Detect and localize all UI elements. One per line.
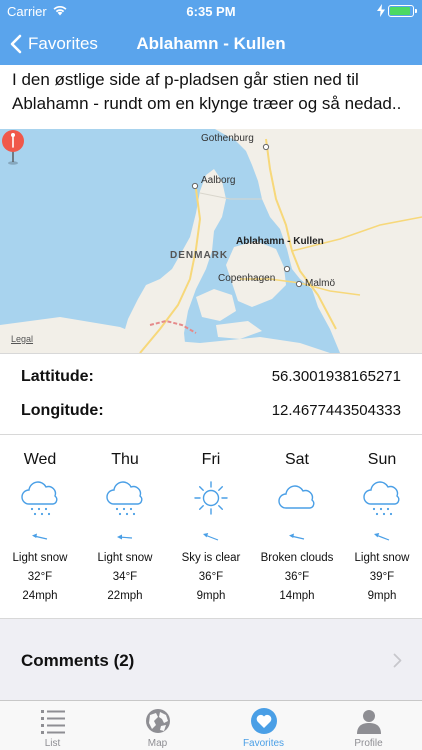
forecast-day: Wed Light snow 32°F 24mph bbox=[0, 435, 83, 618]
longitude-label: Longitude: bbox=[21, 402, 104, 419]
forecast-strip: Wed Light snow 32°F 24mph Thu Light snow… bbox=[0, 435, 422, 618]
globe-icon bbox=[146, 709, 170, 733]
snow-cloud-icon bbox=[363, 481, 400, 516]
tab-favorites-label: Favorites bbox=[242, 738, 285, 749]
map-label-aalborg: Aalborg bbox=[201, 175, 236, 186]
snow-cloud-icon bbox=[106, 481, 143, 516]
snow-cloud-icon bbox=[21, 481, 58, 516]
longitude-row: Longitude: 12.4677443504333 bbox=[0, 397, 422, 427]
forecast-temp: 34°F bbox=[112, 571, 138, 583]
page-title-text: Ablahamn - Kullen bbox=[136, 34, 286, 53]
latitude-row: Lattitude: 56.3001938165271 bbox=[0, 363, 422, 393]
charging-icon bbox=[377, 4, 385, 17]
tab-favorites[interactable]: Favorites bbox=[211, 701, 316, 750]
header: Carrier 6:35 PM Favorites Ablahamn - Kul… bbox=[0, 0, 422, 65]
wind-direction-icon bbox=[32, 533, 48, 540]
map-view[interactable]: Gothenburg Aalborg Ablahamn - Kullen DEN… bbox=[0, 129, 422, 353]
chevron-left-icon bbox=[10, 34, 22, 54]
forecast-day-name: Sun bbox=[367, 451, 397, 468]
description-text: I den østlige side af p-pladsen går stie… bbox=[0, 65, 422, 129]
list-icon bbox=[41, 710, 65, 734]
forecast-condition: Light snow bbox=[12, 552, 68, 564]
wind-direction-icon bbox=[289, 533, 305, 540]
forecast-day-name: Fri bbox=[201, 451, 221, 468]
tab-profile[interactable]: Profile bbox=[316, 701, 421, 750]
tab-list-label: List bbox=[44, 738, 61, 749]
screen: Carrier 6:35 PM Favorites Ablahamn - Kul… bbox=[0, 0, 422, 750]
latitude-label: Lattitude: bbox=[21, 368, 94, 385]
forecast-day-name: Wed bbox=[23, 451, 57, 468]
forecast-wind: 9mph bbox=[367, 590, 397, 602]
heart-icon bbox=[251, 708, 277, 734]
tab-list[interactable]: List bbox=[0, 701, 105, 750]
forecast-condition: Broken clouds bbox=[260, 552, 334, 564]
longitude-value: 12.4677443504333 bbox=[271, 402, 401, 419]
status-bar: Carrier 6:35 PM bbox=[0, 0, 422, 22]
forecast-wind: 22mph bbox=[107, 590, 143, 602]
map-label-malmo: Malmö bbox=[305, 278, 336, 289]
map-legal-link[interactable]: Legal bbox=[11, 334, 33, 344]
person-icon bbox=[357, 710, 381, 734]
back-button-label: Favorites bbox=[28, 34, 98, 53]
forecast-condition: Light snow bbox=[97, 552, 153, 564]
forecast-day: Fri Sky is clear 36°F 9mph bbox=[168, 435, 254, 618]
tab-bar: List Map Favorites Profile bbox=[0, 700, 422, 750]
battery-nub bbox=[415, 9, 417, 13]
comments-row[interactable]: Comments (2) bbox=[0, 618, 422, 700]
latitude-value: 56.3001938165271 bbox=[271, 368, 401, 385]
coordinates-section: Lattitude: 56.3001938165271 Longitude: 1… bbox=[0, 353, 422, 435]
chevron-right-icon bbox=[393, 653, 402, 668]
forecast-temp: 32°F bbox=[27, 571, 53, 583]
map-label-denmark: DENMARK bbox=[170, 250, 229, 261]
forecast-temp: 36°F bbox=[284, 571, 310, 583]
wind-direction-icon bbox=[117, 534, 133, 540]
status-time: 6:35 PM bbox=[186, 4, 236, 19]
map-label-pin: Ablahamn - Kullen bbox=[236, 236, 324, 247]
back-button[interactable]: Favorites bbox=[10, 31, 98, 57]
tab-map[interactable]: Map bbox=[105, 701, 210, 750]
forecast-day: Thu Light snow 34°F 22mph bbox=[82, 435, 168, 618]
map-land bbox=[0, 129, 422, 353]
forecast-wind: 24mph bbox=[22, 590, 58, 602]
sun-icon bbox=[194, 481, 228, 515]
forecast-condition: Light snow bbox=[354, 552, 410, 564]
tab-map-label: Map bbox=[147, 738, 168, 749]
battery-level bbox=[390, 7, 410, 15]
forecast-condition: Sky is clear bbox=[181, 552, 241, 564]
forecast-day-name: Sat bbox=[284, 451, 309, 468]
forecast-wind: 14mph bbox=[279, 590, 315, 602]
wind-direction-icon bbox=[374, 533, 390, 541]
tab-profile-label: Profile bbox=[354, 738, 383, 749]
forecast-day: Sat Broken clouds 36°F 14mph bbox=[254, 435, 340, 618]
map-label-gothenburg: Gothenburg bbox=[201, 133, 254, 144]
map-label-copenhagen: Copenhagen bbox=[218, 273, 276, 284]
forecast-temp: 36°F bbox=[198, 571, 224, 583]
map-pin-icon[interactable] bbox=[0, 129, 26, 165]
forecast-day: Sun Light snow 39°F 9mph bbox=[339, 435, 422, 618]
wind-direction-icon bbox=[203, 533, 219, 541]
cloud-icon bbox=[278, 485, 315, 509]
forecast-day-name: Thu bbox=[111, 451, 139, 468]
comments-label: Comments (2) bbox=[21, 651, 135, 670]
nav-bar: Favorites Ablahamn - Kullen bbox=[0, 22, 422, 65]
forecast-temp: 39°F bbox=[369, 571, 395, 583]
forecast-wind: 9mph bbox=[196, 590, 226, 602]
battery-icon bbox=[388, 5, 417, 17]
